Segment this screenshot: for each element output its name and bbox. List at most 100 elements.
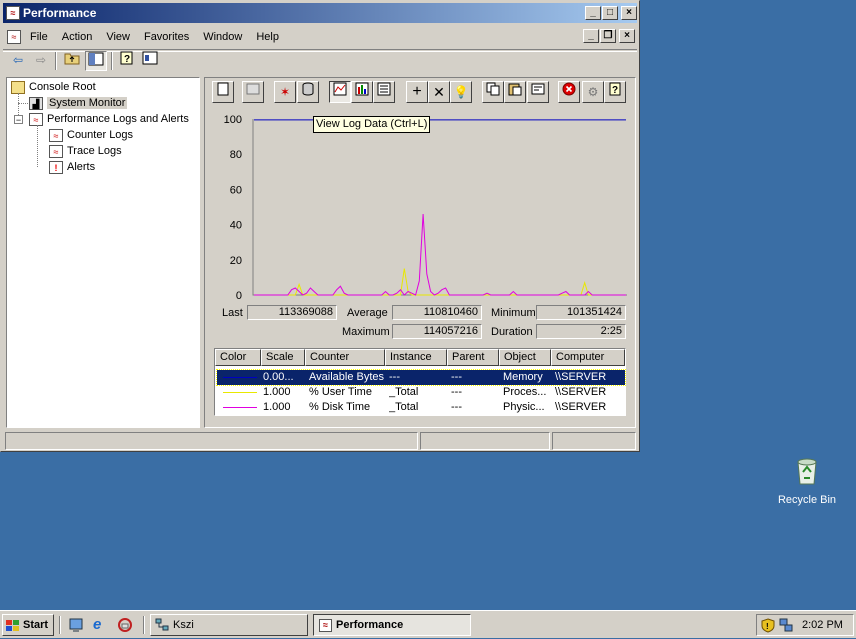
menu-window[interactable]: Window [196, 28, 249, 46]
menu-bar: File Action View Favorites Window Help [23, 28, 286, 46]
title-bar[interactable]: ≈ Performance _ □ × [3, 3, 637, 23]
toolbar-separator-2 [111, 52, 113, 70]
legend-row[interactable]: 1.000 % User Time _Total --- Proces... \… [217, 385, 625, 400]
y-tick-label: 20 [230, 255, 242, 267]
duration-value: 2:25 [536, 324, 626, 339]
tree-item-label: Performance Logs and Alerts [47, 113, 189, 125]
menu-view[interactable]: View [99, 28, 137, 46]
svg-text:?: ? [612, 85, 618, 96]
tree-item-label: Counter Logs [67, 129, 134, 141]
col-color[interactable]: Color [215, 349, 261, 366]
expand-collapse-icon[interactable]: − [14, 115, 23, 125]
tree-performance-logs[interactable]: ≈ Performance Logs and Alerts [29, 111, 189, 127]
col-counter[interactable]: Counter [305, 349, 385, 366]
freeze-display-icon[interactable] [558, 81, 580, 103]
toolbar-separator [55, 52, 57, 70]
average-value: 110810460 [392, 305, 482, 320]
tree-alerts[interactable]: ! Alerts [49, 159, 95, 175]
new-counter-set-icon[interactable] [212, 81, 234, 103]
child-restore-button[interactable]: ❐ [600, 29, 616, 43]
status-bar-pane-1 [5, 432, 418, 450]
forward-arrow-icon[interactable]: ⇨ [30, 51, 52, 71]
row-scale: 1.000 [263, 386, 291, 398]
legend-row[interactable]: 0.00... Available Bytes --- --- Memory \… [216, 369, 626, 386]
taskbar-button-performance[interactable]: ≈ Performance [313, 614, 471, 636]
row-object: Proces... [503, 386, 547, 398]
col-object[interactable]: Object [499, 349, 551, 366]
legend-row[interactable]: 1.000 % Disk Time _Total --- Physic... \… [217, 400, 625, 415]
start-button[interactable]: Start [2, 614, 54, 636]
task-label: Kszi [173, 619, 194, 631]
back-arrow-icon[interactable]: ⇦ [7, 51, 29, 71]
row-instance: _Total [389, 386, 419, 398]
last-label: Last [222, 307, 243, 319]
recycle-bin-icon [794, 456, 820, 486]
tree-trace-logs[interactable]: ≈ Trace Logs [49, 143, 122, 159]
security-shield-icon[interactable]: ! [761, 618, 775, 636]
tree-item-label: Alerts [67, 161, 96, 173]
copy-properties-icon[interactable] [482, 81, 504, 103]
row-counter: % Disk Time [309, 401, 371, 413]
clock[interactable]: 2:02 PM [802, 619, 843, 631]
performance-logs-icon: ≈ [29, 112, 43, 126]
update-data-icon[interactable]: ⚙ [582, 81, 604, 103]
row-parent: --- [451, 401, 462, 413]
help-icon[interactable]: ? [116, 51, 138, 71]
tooltip: View Log Data (Ctrl+L) [313, 116, 431, 133]
console-tree-icon[interactable] [139, 51, 161, 71]
taskbar-button-kszi[interactable]: Kszi [150, 614, 308, 636]
highlight-icon[interactable]: 💡 [450, 81, 472, 103]
recycle-bin-label: Recycle Bin [777, 494, 837, 506]
properties-icon[interactable] [527, 81, 549, 103]
monitor-help-icon[interactable]: ? [604, 81, 626, 103]
delete-counter-icon[interactable]: ✕ [428, 81, 450, 103]
col-computer[interactable]: Computer [551, 349, 625, 366]
view-log-data-icon[interactable] [297, 81, 319, 103]
row-instance: --- [389, 371, 400, 383]
menu-help[interactable]: Help [249, 28, 286, 46]
taskbar-separator [59, 616, 61, 634]
tree-system-monitor[interactable]: ▟ System Monitor [29, 95, 128, 111]
view-report-icon[interactable] [373, 81, 395, 103]
row-computer: \\SERVER [555, 371, 607, 383]
maximize-button[interactable]: □ [602, 6, 618, 20]
row-computer: \\SERVER [555, 401, 607, 413]
tree-console-root[interactable]: Console Root [11, 79, 96, 95]
show-desktop-icon[interactable] [68, 617, 84, 633]
performance-app-icon[interactable]: ≈ [6, 6, 20, 20]
col-instance[interactable]: Instance [385, 349, 447, 366]
menu-file[interactable]: File [23, 28, 55, 46]
window-title: Performance [23, 6, 97, 20]
paste-counter-list-icon[interactable] [504, 81, 526, 103]
tree-line-h [18, 103, 28, 105]
col-scale[interactable]: Scale [261, 349, 305, 366]
menu-action[interactable]: Action [55, 28, 100, 46]
network-connection-icon[interactable] [779, 618, 793, 636]
add-counter-icon[interactable]: + [406, 81, 428, 103]
tree-counter-logs[interactable]: ≈ Counter Logs [49, 127, 133, 143]
menu-favorites[interactable]: Favorites [137, 28, 196, 46]
console-icon[interactable]: ≈ [7, 30, 21, 44]
col-parent[interactable]: Parent [447, 349, 499, 366]
show-hide-tree-icon[interactable] [85, 51, 107, 71]
row-scale: 1.000 [263, 401, 291, 413]
console-tree: Console Root ▟ System Monitor − ≈ Performa… [6, 77, 200, 428]
minimum-label: Minimum [491, 307, 536, 319]
up-folder-icon[interactable] [61, 51, 83, 71]
recycle-bin[interactable]: Recycle Bin [772, 456, 842, 512]
row-computer: \\SERVER [555, 386, 607, 398]
child-minimize-button[interactable]: _ [583, 29, 599, 43]
view-histogram-icon[interactable] [351, 81, 373, 103]
view-current-activity-icon[interactable]: ✶ [274, 81, 296, 103]
last-value: 113369088 [247, 305, 337, 320]
outlook-express-icon[interactable] [117, 617, 133, 633]
clear-display-icon[interactable] [242, 81, 264, 103]
child-close-button[interactable]: × [619, 29, 635, 43]
close-button[interactable]: × [621, 6, 637, 20]
minimize-button[interactable]: _ [585, 6, 601, 20]
view-graph-icon[interactable] [329, 81, 351, 103]
color-swatch [223, 407, 257, 408]
maximum-label: Maximum [342, 326, 390, 338]
color-swatch [223, 392, 257, 393]
internet-explorer-icon[interactable]: e [93, 617, 109, 633]
